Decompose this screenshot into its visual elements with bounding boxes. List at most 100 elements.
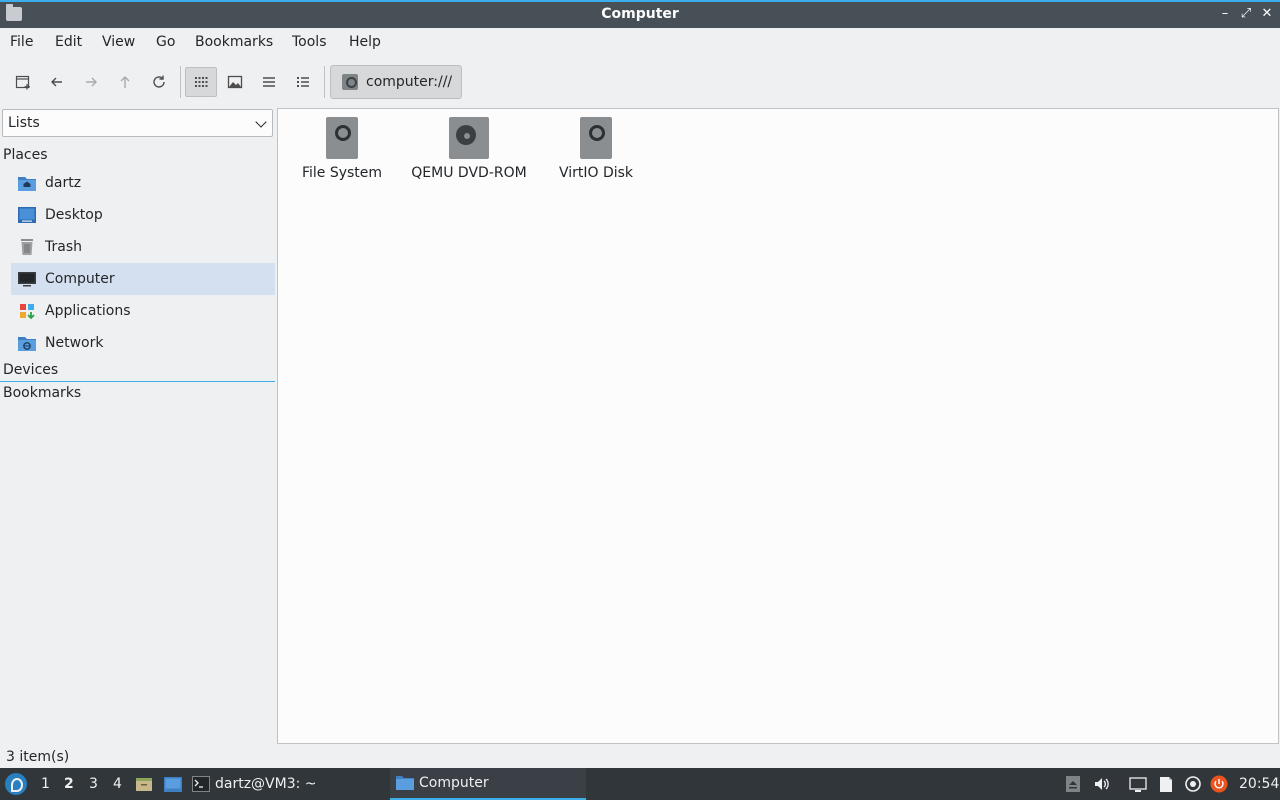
terminal-icon: [192, 776, 210, 792]
applications-icon: [17, 301, 37, 321]
detailed-list-view-button[interactable]: [287, 67, 319, 97]
grid-view-icon: [195, 77, 208, 87]
place-label: Computer: [45, 271, 115, 287]
toolbar-separator: [180, 66, 181, 98]
folder-item-virtio-disk[interactable]: VirtIO Disk: [532, 115, 660, 181]
folder-item-file-system[interactable]: File System: [278, 115, 406, 181]
places-section-header[interactable]: Places: [3, 147, 48, 163]
icon-view-button[interactable]: [185, 67, 217, 97]
folder-item-qemu-dvd-rom[interactable]: QEMU DVD-ROM: [405, 115, 533, 181]
power-icon: [1210, 775, 1228, 793]
arrow-up-icon: [120, 76, 130, 88]
workspace-3[interactable]: 3: [89, 776, 98, 792]
place-label: Trash: [45, 239, 82, 255]
place-label: dartz: [45, 175, 82, 191]
volume-icon: [1095, 778, 1109, 790]
arrow-right-icon: [86, 77, 97, 87]
place-item-applications[interactable]: Applications: [11, 295, 275, 327]
drive-harddisk-icon: [580, 117, 612, 159]
compact-view-button[interactable]: [253, 67, 285, 97]
devices-section-header[interactable]: Devices: [3, 362, 58, 378]
status-text: 3 item(s): [6, 749, 70, 765]
minimize-button[interactable]: –: [1216, 5, 1234, 23]
side-pane-mode-select[interactable]: Lists: [2, 109, 273, 137]
menu-bookmarks[interactable]: Bookmarks: [195, 34, 273, 50]
workspace-1[interactable]: 1: [41, 776, 50, 792]
taskbar: 1 2 3 4 dartz@VM3: ~ Computer 20:54: [0, 768, 1280, 800]
reload-icon: [153, 75, 165, 88]
place-label: Network: [45, 335, 104, 351]
menu-tools[interactable]: Tools: [292, 34, 327, 50]
folder-icon: [396, 776, 414, 790]
network-icon: [1129, 777, 1147, 792]
bookmarks-section-header[interactable]: Bookmarks: [3, 385, 81, 401]
home-folder-icon: [17, 173, 37, 193]
path-bar-button[interactable]: computer:///: [330, 65, 462, 99]
status-bar: 3 item(s): [0, 746, 1280, 768]
side-pane: Lists Places dartz Desktop Trash Compute…: [0, 106, 276, 744]
place-item-desktop[interactable]: Desktop: [11, 199, 275, 231]
maximize-button[interactable]: ⤢: [1237, 5, 1255, 23]
window-titlebar[interactable]: Computer – ⤢ ✕: [0, 0, 1280, 28]
new-tab-icon: [15, 75, 30, 90]
shield-icon: [1185, 776, 1201, 792]
reload-button[interactable]: [143, 67, 175, 97]
drive-harddisk-icon: [326, 117, 358, 159]
place-item-computer[interactable]: Computer: [11, 263, 275, 295]
file-manager-launcher[interactable]: [135, 775, 153, 793]
chevron-down-icon: [255, 116, 267, 128]
workspace-2[interactable]: 2: [64, 776, 74, 792]
drive-icon: [342, 74, 358, 90]
task-computer[interactable]: Computer: [390, 768, 586, 800]
computer-icon: [17, 269, 37, 289]
forward-button[interactable]: [75, 67, 107, 97]
back-button[interactable]: [41, 67, 73, 97]
network-folder-icon: [17, 333, 37, 353]
list-icon: [263, 77, 275, 87]
menu-edit[interactable]: Edit: [55, 34, 82, 50]
file-manager-icon: [136, 778, 152, 791]
place-item-network[interactable]: Network: [11, 327, 275, 359]
menu-view[interactable]: View: [102, 34, 135, 50]
thumbnail-view-button[interactable]: [219, 67, 251, 97]
start-menu-icon[interactable]: [5, 773, 27, 795]
folder-item-label: File System: [301, 165, 383, 181]
power-tray-button[interactable]: [1210, 775, 1228, 793]
path-text: computer:///: [366, 74, 453, 90]
eject-icon: [1066, 776, 1080, 792]
place-item-trash[interactable]: Trash: [11, 231, 275, 263]
up-button[interactable]: [109, 67, 141, 97]
close-button[interactable]: ✕: [1258, 5, 1276, 23]
toolbar: computer:///: [0, 58, 1280, 106]
eject-tray-button[interactable]: [1064, 775, 1082, 793]
menu-file[interactable]: File: [10, 34, 33, 50]
trash-icon: [17, 237, 37, 257]
folder-view[interactable]: File System QEMU DVD-ROM VirtIO Disk: [277, 108, 1279, 744]
folder-item-label: VirtIO Disk: [558, 165, 634, 181]
update-tray-button[interactable]: [1184, 775, 1202, 793]
volume-tray-button[interactable]: [1093, 775, 1111, 793]
folder-item-label: QEMU DVD-ROM: [411, 165, 527, 181]
place-item-dartz[interactable]: dartz: [11, 167, 275, 199]
desktop-icon: [164, 777, 182, 792]
menu-bar: File Edit View Go Bookmarks Tools Help: [0, 28, 1280, 58]
detailed-list-icon: [297, 77, 309, 87]
place-label: Applications: [45, 303, 131, 319]
new-tab-button[interactable]: [7, 67, 39, 97]
clock[interactable]: 20:54: [1239, 776, 1279, 792]
drive-optical-icon: [449, 117, 489, 159]
clipboard-tray-button[interactable]: [1157, 775, 1175, 793]
toolbar-separator: [324, 66, 325, 98]
side-pane-mode-value: Lists: [8, 115, 40, 131]
clipboard-icon: [1160, 777, 1172, 792]
image-icon: [227, 75, 243, 89]
desktop-icon: [17, 205, 37, 225]
network-tray-button[interactable]: [1129, 775, 1147, 793]
menu-go[interactable]: Go: [156, 34, 175, 50]
show-desktop-launcher[interactable]: [164, 775, 182, 793]
arrow-left-icon: [51, 77, 62, 87]
workspace-4[interactable]: 4: [113, 776, 122, 792]
task-terminal[interactable]: dartz@VM3: ~: [192, 768, 382, 800]
menu-help[interactable]: Help: [349, 34, 381, 50]
section-divider: [0, 381, 275, 382]
